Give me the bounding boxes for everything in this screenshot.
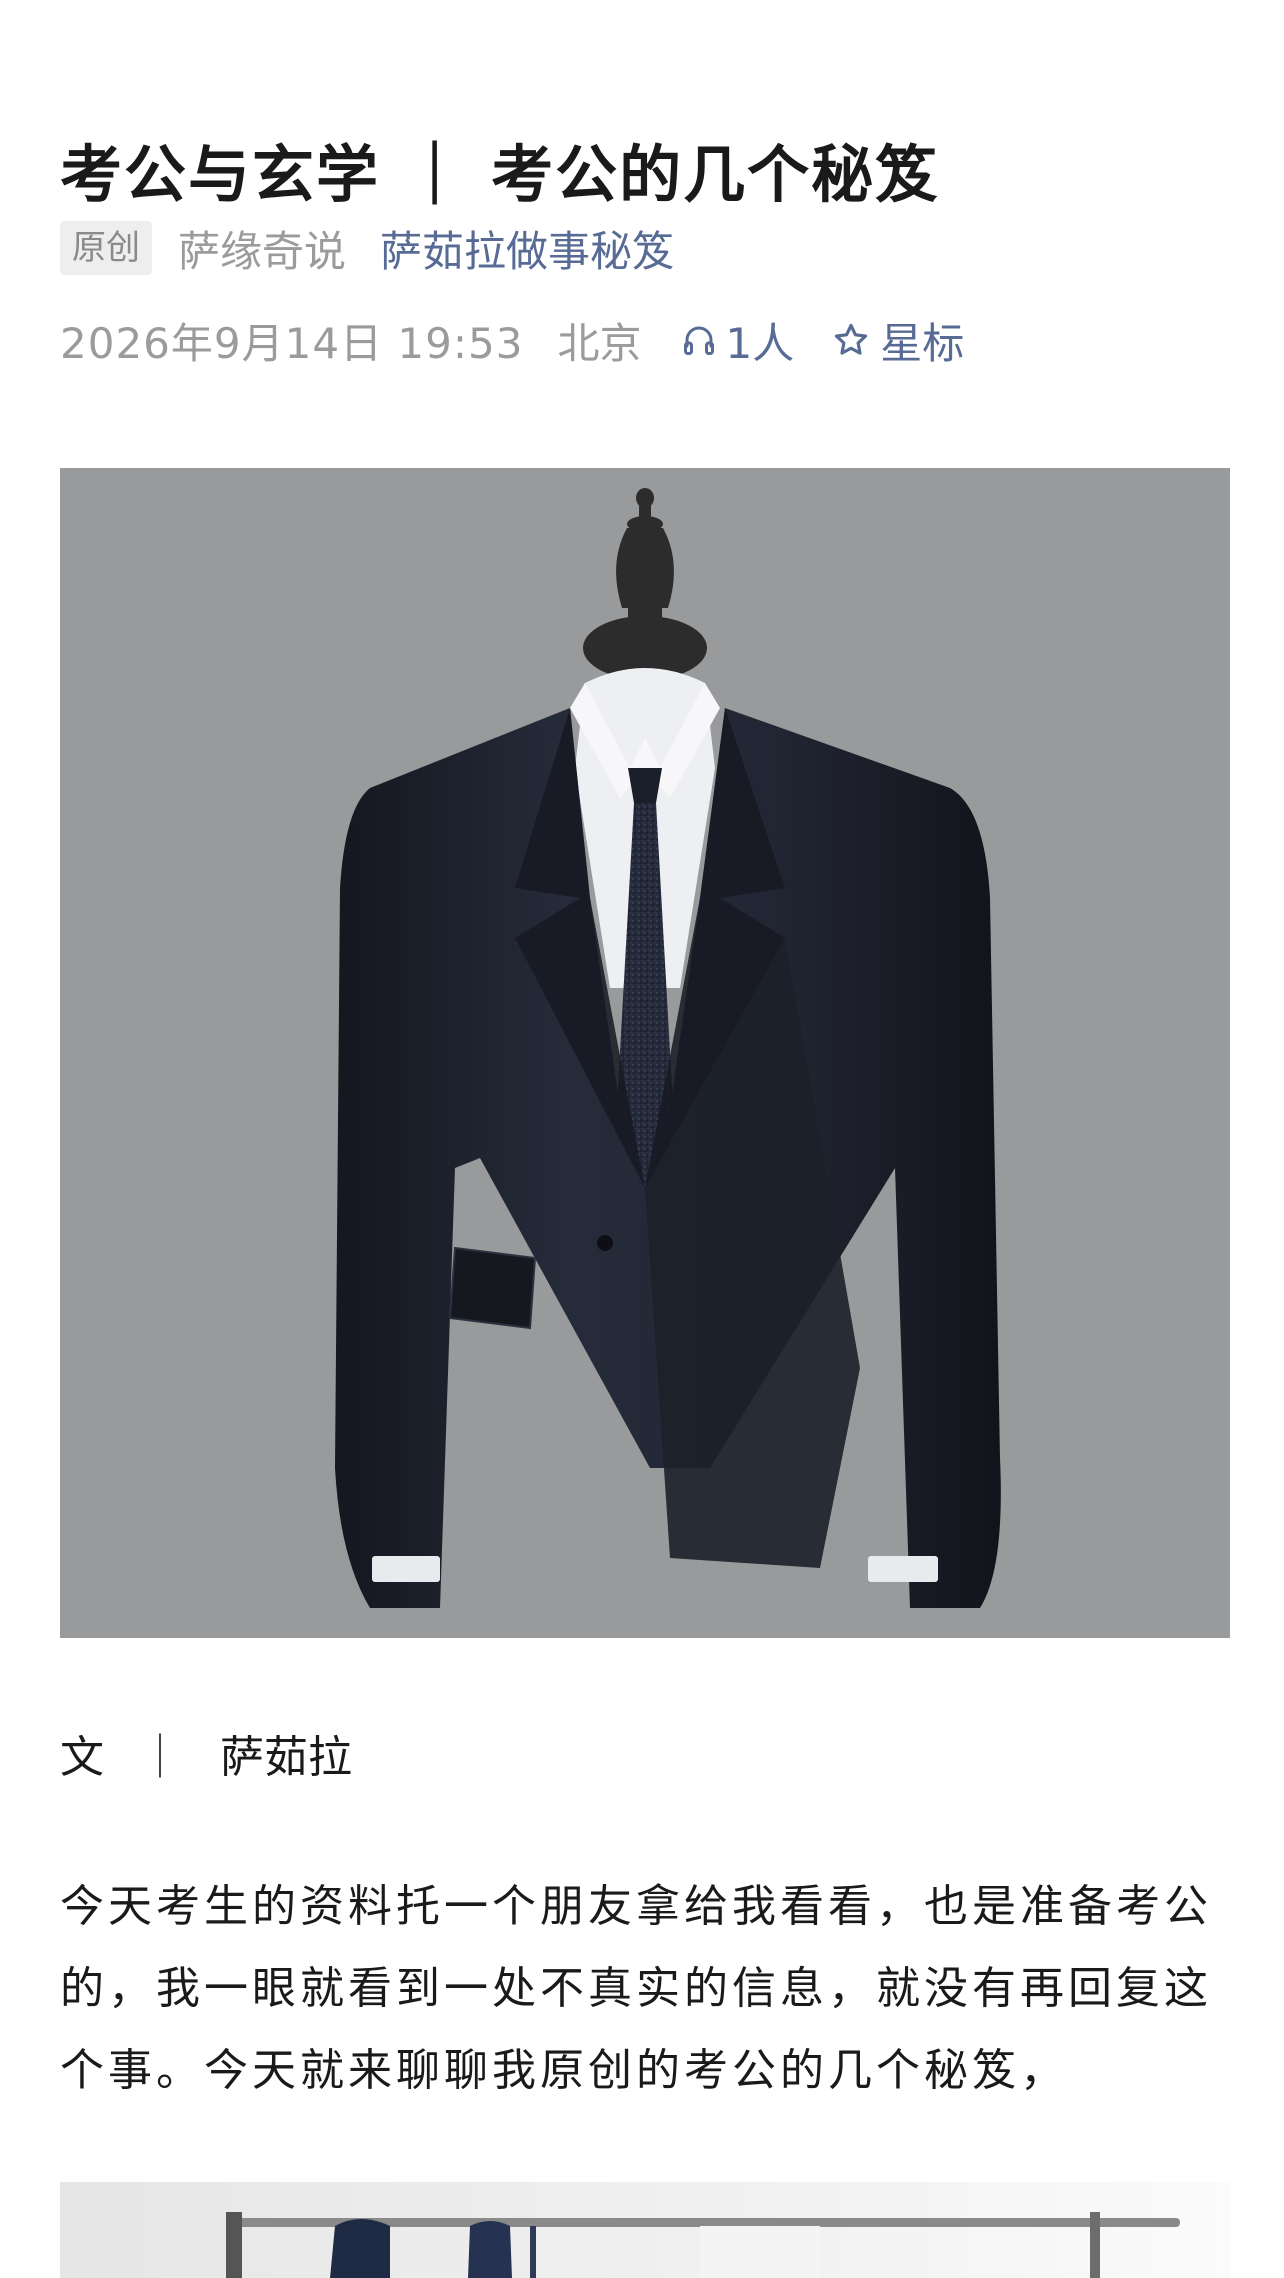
suit-image[interactable]: [60, 468, 1230, 1638]
clothes-rack-illustration: [226, 2212, 1180, 2278]
listen-button[interactable]: 1人: [681, 310, 794, 371]
article-meta-info: 2026年9月14日 19:53 北京 1人 星标: [60, 310, 964, 370]
original-badge: 原创: [60, 221, 152, 275]
listen-count: 1人: [725, 318, 795, 368]
suit-illustration: [335, 488, 1001, 1608]
mannequin-top: [583, 488, 707, 680]
byline-prefix: 文: [60, 1732, 104, 1783]
author-name: 萨茹拉: [220, 1732, 352, 1783]
body-paragraph: 今天考生的资料托一个朋友拿给我看看，也是准备考公的，我一眼就看到一处不真实的信息…: [60, 1881, 1212, 2096]
publish-location: 北京: [557, 318, 642, 368]
star-button[interactable]: 星标: [832, 310, 964, 371]
account-name[interactable]: 萨缘奇说: [178, 218, 346, 279]
article-meta-source: 原创 萨缘奇说 萨茹拉做事秘笈: [60, 218, 674, 278]
star-outline-icon: [835, 323, 868, 355]
headphones-icon: [684, 326, 715, 355]
article-title: 考公与玄学 ｜ 考公的几个秘笈: [60, 137, 940, 211]
collection-link[interactable]: 萨茹拉做事秘笈: [380, 218, 674, 279]
byline-separator: ｜: [138, 1732, 182, 1783]
publish-date: 2026年9月14日 19:53: [60, 318, 524, 368]
clothes-rack-image[interactable]: [60, 2182, 1230, 2278]
byline: 文 ｜ 萨茹拉: [60, 1722, 352, 1784]
star-label: 星标: [880, 318, 965, 368]
